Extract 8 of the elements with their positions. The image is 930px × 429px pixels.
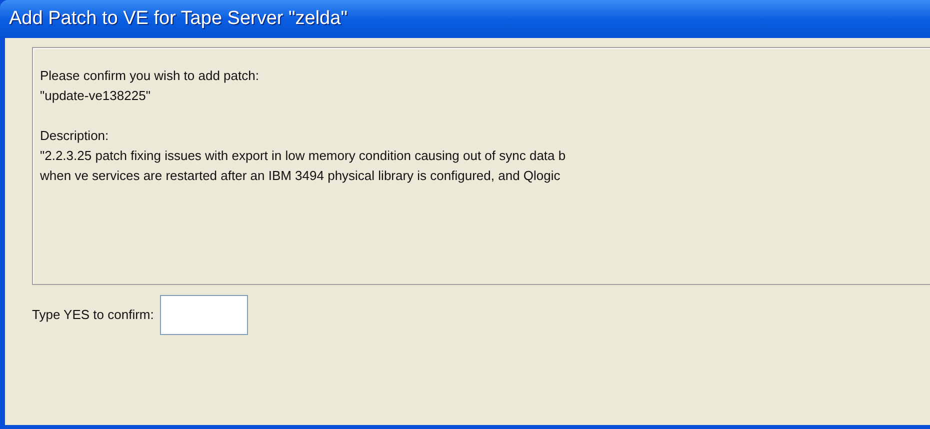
message-text: "update-ve138225" [40, 87, 152, 105]
confirm-input-field[interactable] [160, 295, 248, 335]
confirm-label: Type YES to confirm: [32, 306, 154, 324]
message-text: when ve services are restarted after an IBM 3494 physical library is configured, and Qlogic [40, 167, 562, 185]
message-text: "2.2.3.25 patch fixing issues with export in low memory condition causing out of sync data b [40, 147, 567, 165]
message-text: Description: [40, 127, 110, 145]
window-title: Add Patch to VE for Tape Server "zelda" [9, 6, 348, 31]
message-text: Please confirm you wish to add patch: [40, 67, 260, 85]
